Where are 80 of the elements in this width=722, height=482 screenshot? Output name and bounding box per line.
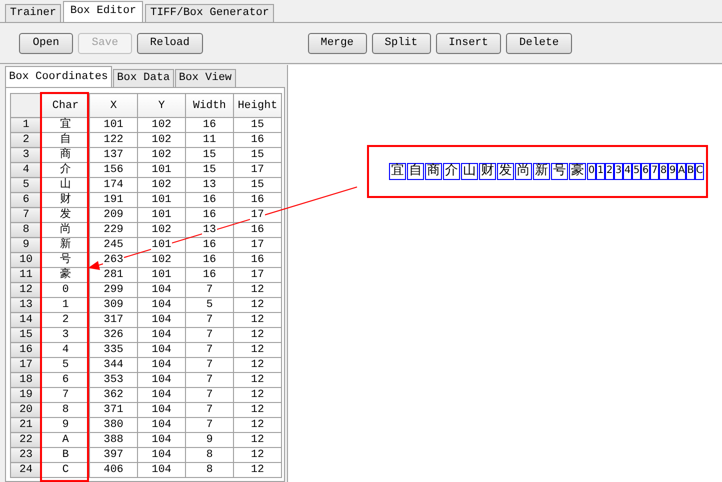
- row-header[interactable]: 10: [10, 252, 42, 268]
- glyph-box: 4: [623, 163, 632, 180]
- row-header[interactable]: 22: [10, 432, 42, 448]
- table-cell: 山: [59, 179, 72, 191]
- row-header[interactable]: 15: [10, 328, 42, 342]
- glyph-box: 7: [650, 163, 659, 180]
- row-header[interactable]: 7: [10, 208, 42, 222]
- column-header: Width: [186, 94, 234, 118]
- toolbar-button[interactable]: Split: [372, 32, 431, 54]
- table-cell: 商: [59, 149, 72, 161]
- glyph-box: B: [686, 163, 695, 180]
- row-header[interactable]: 16: [10, 342, 42, 358]
- glyph-box: 1: [596, 163, 605, 180]
- toolbar-button[interactable]: Open: [19, 32, 73, 54]
- toolbar-button[interactable]: Reload: [137, 32, 203, 54]
- table-cell: 发: [59, 209, 72, 221]
- glyph-box: 9: [668, 163, 677, 180]
- glyph-box: 山: [461, 163, 478, 180]
- row-header[interactable]: 24: [10, 462, 42, 478]
- glyph-box: 2: [605, 163, 614, 180]
- glyph-box: 号: [551, 163, 568, 180]
- glyph-box: 新: [533, 163, 550, 180]
- row-header[interactable]: 6: [10, 192, 42, 208]
- row-header[interactable]: 19: [10, 388, 42, 402]
- table-cell: 17: [250, 209, 266, 221]
- glyph-box: 6: [641, 163, 650, 180]
- column-header: Y: [138, 94, 186, 118]
- tab[interactable]: Box Coordinates: [5, 66, 112, 87]
- glyph-box: 8: [659, 163, 668, 180]
- tab[interactable]: Box View: [174, 69, 236, 87]
- row-header[interactable]: 5: [10, 178, 42, 192]
- toolbar-button[interactable]: Delete: [506, 32, 572, 54]
- row-header[interactable]: 4: [10, 162, 42, 178]
- glyph-box: 尚: [515, 163, 532, 180]
- column-header: Height: [234, 94, 282, 118]
- glyph-box: 介: [443, 163, 460, 180]
- toolbar-button[interactable]: Merge: [308, 32, 367, 54]
- row-header[interactable]: 20: [10, 402, 42, 418]
- glyph-box: A: [677, 163, 686, 180]
- row-header[interactable]: 23: [10, 448, 42, 462]
- row-header[interactable]: 3: [10, 148, 42, 162]
- table-cell: 13: [202, 224, 218, 236]
- table-cell: 自: [59, 134, 72, 146]
- row-header[interactable]: 17: [10, 358, 42, 372]
- table-cell: 宜: [59, 119, 72, 131]
- row-header[interactable]: 11: [10, 268, 42, 282]
- table-cell: 介: [59, 164, 72, 176]
- row-header[interactable]: 13: [10, 298, 42, 312]
- glyph-box: 0: [587, 163, 596, 180]
- table-cell: 财: [59, 194, 72, 206]
- table-cell: 尚: [59, 224, 72, 236]
- row-header[interactable]: 14: [10, 312, 42, 328]
- table-cell: 263: [102, 254, 124, 266]
- row-header[interactable]: 21: [10, 418, 42, 432]
- column-header: X: [90, 94, 138, 118]
- glyph-box: 自: [407, 163, 424, 180]
- row-header[interactable]: 2: [10, 132, 42, 148]
- row-header[interactable]: 12: [10, 282, 42, 298]
- row-header[interactable]: 1: [10, 118, 42, 132]
- table-cell: 101: [150, 239, 172, 251]
- toolbar-button[interactable]: Insert: [436, 32, 502, 54]
- glyph-box: 3: [614, 163, 623, 180]
- tab[interactable]: TIFF/Box Generator: [145, 4, 274, 22]
- glyph-box: 5: [632, 163, 641, 180]
- tab[interactable]: Box Editor: [63, 1, 144, 22]
- row-header[interactable]: 8: [10, 222, 42, 238]
- tab[interactable]: Box Data: [113, 69, 174, 87]
- glyph-box: 豪: [569, 163, 586, 180]
- tab[interactable]: Trainer: [5, 4, 62, 22]
- table-cell: 号: [59, 254, 72, 266]
- glyph-box: 发: [497, 163, 514, 180]
- table-cell: 新: [59, 239, 72, 251]
- glyph-box: C: [695, 163, 704, 180]
- column-header: Char: [42, 94, 90, 118]
- glyph-box: 财: [479, 163, 496, 180]
- glyph-box: 宜: [389, 163, 406, 180]
- row-header[interactable]: 9: [10, 238, 42, 252]
- table-cell: 豪: [59, 269, 72, 281]
- row-header[interactable]: 18: [10, 372, 42, 388]
- glyph-box: 商: [425, 163, 442, 180]
